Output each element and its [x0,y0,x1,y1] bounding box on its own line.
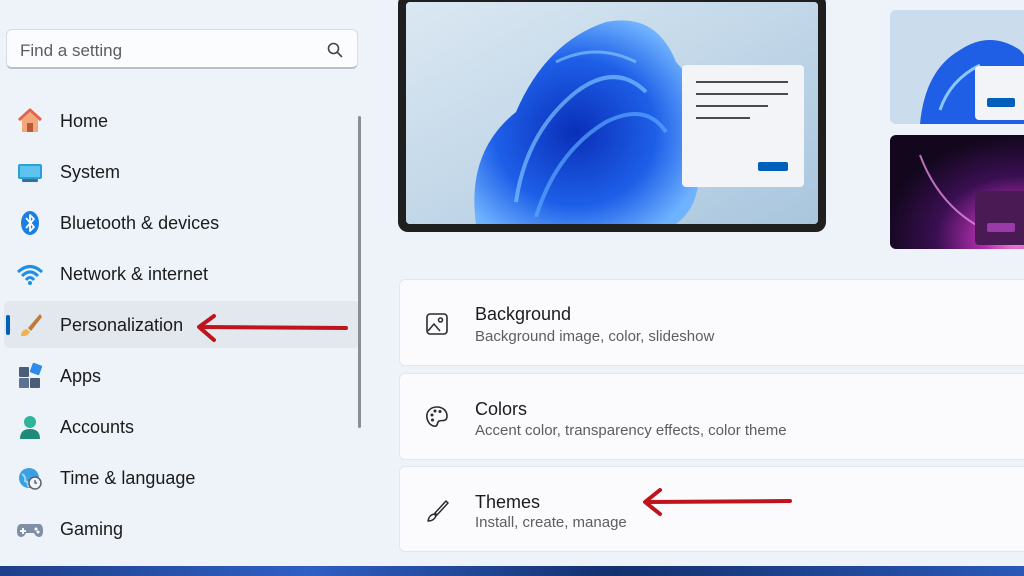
search-box[interactable]: Find a setting [6,29,358,69]
card-subtitle: Accent color, transparency effects, colo… [475,422,787,439]
palette-icon [426,406,448,427]
nav-item-label: System [60,162,121,182]
nav-item-system[interactable]: System [4,148,360,195]
nav-item-home[interactable]: Home [4,97,360,144]
theme-preview [398,0,826,232]
nav-item-label: Time & language [60,468,196,488]
monitor-icon [18,164,42,182]
card-subtitle: Background image, color, slideshow [475,328,715,345]
annotation-arrow-themes [643,488,792,516]
card-title: Colors [475,399,528,419]
annotation-arrow-personalization [197,314,348,342]
globe-clock-icon [19,468,42,490]
card-colors[interactable]: Colors Accent color, transparency effect… [399,373,1024,460]
card-background[interactable]: Background Background image, color, slid… [399,279,1024,366]
nav-item-label: Bluetooth & devices [60,213,220,233]
brush-icon [21,314,42,337]
theme-thumbnail-glow-dark[interactable] [890,135,1024,249]
nav-item-label: Home [60,111,109,131]
search-input[interactable]: Find a setting [20,41,122,61]
card-title: Background [475,304,572,324]
bloom-wallpaper [406,2,818,224]
nav-item-label: Apps [60,366,102,386]
wallpaper-preview [406,2,818,224]
nav-item-bluetooth[interactable]: Bluetooth & devices [4,199,360,246]
nav-item-time-language[interactable]: Time & language [4,454,360,501]
wifi-icon [16,265,44,285]
image-icon [426,313,448,335]
nav-item-accounts[interactable]: Accounts [4,403,360,450]
card-title: Themes [475,492,541,512]
nav-item-label: Gaming [60,519,124,539]
taskbar-strip [0,566,1024,576]
nav-item-gaming[interactable]: Gaming [4,505,360,552]
controller-icon [17,524,43,537]
theme-thumbnail-bloom-light[interactable] [890,10,1024,124]
settings-sidebar: Find a setting Home System Bluetooth & d… [0,0,372,566]
bluetooth-icon [21,211,39,235]
search-icon[interactable] [326,41,344,59]
nav-item-apps[interactable]: Apps [4,352,360,399]
nav-item-network[interactable]: Network & internet [4,250,360,297]
apps-icon [19,362,43,388]
nav-item-label: Personalization [60,315,184,335]
account-icon [20,416,40,439]
home-icon [17,108,43,132]
card-subtitle: Install, create, manage [475,514,627,531]
selection-indicator [6,315,10,335]
sidebar-scrollbar[interactable] [358,116,361,428]
nav-item-label: Accounts [60,417,135,437]
nav-item-label: Network & internet [60,264,209,284]
brush-outline-icon [427,500,449,522]
